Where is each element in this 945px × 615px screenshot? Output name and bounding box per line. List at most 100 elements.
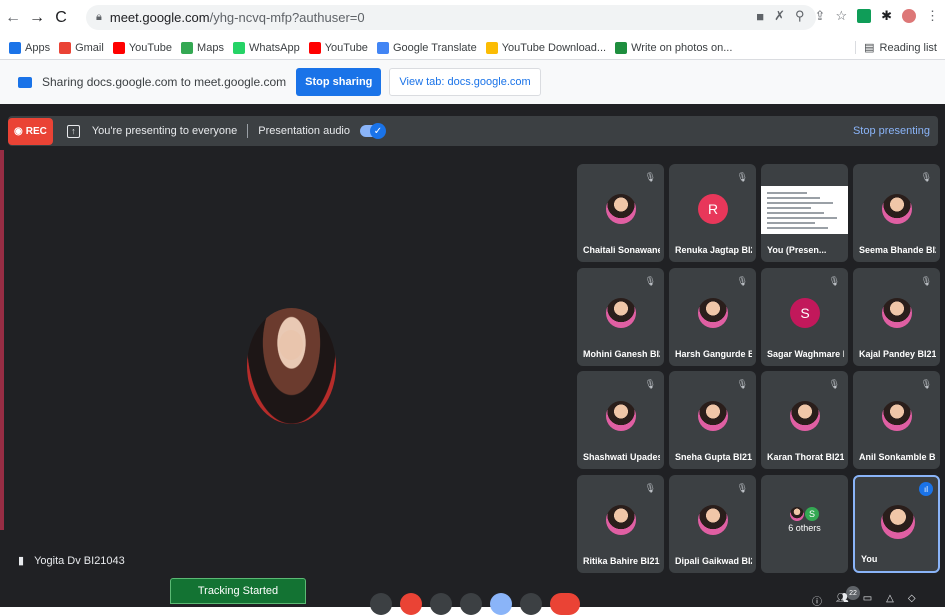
puzzle-icon[interactable]: ✱ xyxy=(881,8,892,24)
presenting-text: You're presenting to everyone xyxy=(91,125,238,137)
participant-tile[interactable]: 🎙︎ Harsh Gangurde BI... xyxy=(669,268,756,366)
participant-tile[interactable]: 🎙︎ Anil Sonkamble BI2... xyxy=(853,371,940,469)
bookmarks-bar: Apps Gmail YouTube Maps WhatsApp YouTube Googl… xyxy=(0,36,945,60)
forward-icon[interactable]: → xyxy=(26,7,48,29)
screen-share-icon xyxy=(18,76,32,88)
record-icon: ◉ xyxy=(14,125,23,137)
reading-list-button[interactable]: ▤ Reading list xyxy=(855,41,937,54)
participant-tile[interactable]: You (Presen... xyxy=(761,164,848,262)
mic-blocked-icon[interactable]: ✗ xyxy=(774,8,785,24)
bookmark-label: YouTube Download... xyxy=(501,41,607,54)
call-controls xyxy=(370,593,580,615)
bookmark-2[interactable]: YouTube xyxy=(112,41,173,54)
bookmark-icon xyxy=(232,41,245,54)
participant-tile[interactable]: 🎙︎ Shashwati Upades... xyxy=(577,371,664,469)
browser-toolbar: ← → C 🔒︎ meet.google.com/yhg-ncvq-mfp?au… xyxy=(0,0,945,36)
bookmark-1[interactable]: Gmail xyxy=(59,41,104,54)
camera-icon[interactable]: ■ xyxy=(756,9,764,24)
bookmark-label: Google Translate xyxy=(392,41,477,54)
activities-icon[interactable]: △ xyxy=(886,593,894,608)
participant-name: 6 others xyxy=(788,523,821,533)
bookmark-8[interactable]: Write on photos on... xyxy=(615,41,732,54)
participant-tile[interactable]: 🎙︎ Mohini Ganesh BI2... xyxy=(577,268,664,366)
participant-tile[interactable]: 🎙︎ Seema Bhande BI21... xyxy=(853,164,940,262)
view-tab-button[interactable]: View tab: docs.google.com xyxy=(389,68,541,96)
bookmark-label: YouTube xyxy=(128,41,173,54)
menu-icon[interactable]: ⋮ xyxy=(926,8,939,24)
profile-avatar[interactable] xyxy=(902,9,916,23)
participant-name: Karan Thorat BI210... xyxy=(767,452,844,462)
bookmark-icon xyxy=(9,41,21,54)
participant-tile[interactable]: 🎙︎ Sneha Gupta BI21013 xyxy=(669,371,756,469)
more-options-left-button[interactable] xyxy=(370,593,392,615)
camera-button[interactable] xyxy=(430,593,452,615)
mic-muted-icon: 🎙︎ xyxy=(920,172,932,182)
participant-tile[interactable]: 🎙︎ Chaitali Sonawane ... xyxy=(577,164,664,262)
recording-badge[interactable]: ◉ REC xyxy=(8,117,53,145)
participant-tile[interactable]: ıl You xyxy=(853,475,940,573)
bookmark-icon xyxy=(112,41,125,54)
presentation-audio-toggle[interactable]: ✓ xyxy=(360,123,386,139)
participant-name: Ritika Bahire BI210... xyxy=(583,556,660,566)
tracking-banner[interactable]: Tracking Started xyxy=(170,578,306,604)
star-icon[interactable]: ☆ xyxy=(835,8,847,24)
avatar xyxy=(606,505,636,535)
participant-tile[interactable]: 🎙︎ Karan Thorat BI210... xyxy=(761,371,848,469)
mic-muted-icon: 🎙︎ xyxy=(736,276,748,286)
avatar xyxy=(606,194,636,224)
bookmark-icon xyxy=(615,41,628,54)
side-controls: ⓘ 👥︎ ▭ △ ◇ xyxy=(812,593,916,608)
bookmark-3[interactable]: Maps xyxy=(181,41,224,54)
bookmark-label: YouTube xyxy=(324,41,368,54)
raise-hand-button[interactable] xyxy=(460,593,482,615)
lock-controls-icon[interactable]: ◇ xyxy=(908,593,916,608)
participant-tile[interactable]: S 🎙︎ Sagar Waghmare B... xyxy=(761,268,848,366)
zoom-icon[interactable]: ⚲ xyxy=(795,8,805,24)
divider xyxy=(247,124,249,138)
bookmark-4[interactable]: WhatsApp xyxy=(232,41,300,54)
presenter-label: ▮ Yogita Dv BI21043 xyxy=(18,554,125,568)
avatar: S xyxy=(805,507,819,521)
avatar xyxy=(698,401,728,431)
mic-muted-icon: 🎙︎ xyxy=(644,276,656,286)
participant-tile[interactable]: 🎙︎ Dipali Gaikwad BI21... xyxy=(669,475,756,573)
reading-list-icon: ▤ xyxy=(864,42,875,54)
people-icon[interactable]: 👥︎ xyxy=(836,593,849,608)
mic-muted-icon: 🎙︎ xyxy=(736,172,748,182)
back-icon[interactable]: ← xyxy=(2,7,24,29)
mic-muted-icon: 🎙︎ xyxy=(736,379,748,389)
address-bar[interactable]: 🔒︎ meet.google.com/yhg-ncvq-mfp?authuser… xyxy=(86,5,816,30)
lock-icon: 🔒︎ xyxy=(96,11,102,23)
mic-muted-icon: 🎙︎ xyxy=(644,172,656,182)
bookmark-5[interactable]: YouTube xyxy=(308,41,368,54)
share-icon[interactable]: ⇪ xyxy=(815,8,826,24)
leave-call-button[interactable] xyxy=(550,593,580,615)
reading-list-label: Reading list xyxy=(879,41,937,54)
bookmark-label: Gmail xyxy=(75,41,104,54)
participant-tile[interactable]: 🎙︎ Kajal Pandey BI21016 xyxy=(853,268,940,366)
participant-name: Sagar Waghmare B... xyxy=(767,349,844,359)
avatar xyxy=(882,401,912,431)
stop-presenting-button[interactable]: Stop presenting xyxy=(853,125,930,137)
mic-button[interactable] xyxy=(400,593,422,615)
more-options-button[interactable] xyxy=(520,593,542,615)
avatar xyxy=(790,507,804,521)
info-icon[interactable]: ⓘ xyxy=(812,593,822,608)
mic-muted-icon: 🎙︎ xyxy=(920,379,932,389)
bookmark-label: Apps xyxy=(25,41,51,54)
present-button[interactable] xyxy=(490,593,512,615)
stop-sharing-button[interactable]: Stop sharing xyxy=(296,68,382,96)
participant-tile[interactable]: 🎙︎ Ritika Bahire BI210... xyxy=(577,475,664,573)
chat-icon[interactable]: ▭ xyxy=(863,593,872,608)
extension-icon[interactable] xyxy=(857,9,872,23)
participant-name: You (Presen... xyxy=(767,245,827,255)
bookmark-0[interactable]: Apps xyxy=(9,41,51,54)
bookmark-icon xyxy=(376,41,389,54)
participant-name: Seema Bhande BI21... xyxy=(859,245,936,255)
participant-tile[interactable]: S 6 others xyxy=(761,475,848,573)
bookmark-7[interactable]: YouTube Download... xyxy=(485,41,607,54)
bookmark-list: Apps Gmail YouTube Maps WhatsApp YouTube Googl… xyxy=(0,41,732,54)
bookmark-6[interactable]: Google Translate xyxy=(376,41,477,54)
reload-icon[interactable]: C xyxy=(50,7,72,29)
participant-tile[interactable]: R 🎙︎ Renuka Jagtap BI21... xyxy=(669,164,756,262)
